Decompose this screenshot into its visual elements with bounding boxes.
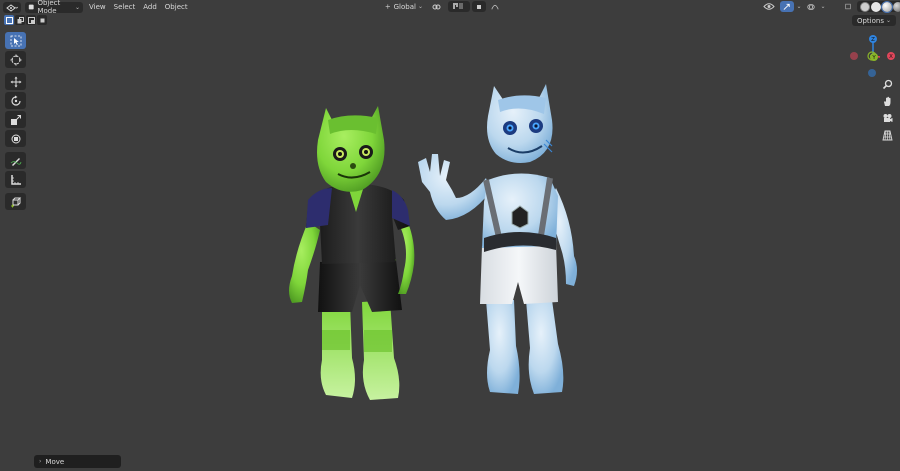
gizmo-z-negative[interactable] (868, 69, 876, 77)
select-extend-icon (17, 16, 24, 23)
menu-select[interactable]: Select (110, 2, 140, 13)
select-new-button[interactable] (4, 15, 14, 25)
zoom-button[interactable] (879, 77, 895, 92)
gizmo-dropdown[interactable]: ⌄ (794, 1, 802, 12)
gizmo-x-negative[interactable] (850, 52, 858, 60)
select-intersect-icon (40, 18, 44, 22)
select-cursor-icon (10, 35, 21, 46)
options-dropdown[interactable]: Options ⌄ (851, 15, 896, 26)
tool-shelf (5, 32, 27, 212)
chevron-down-icon: ⌄ (885, 17, 891, 24)
overlays-dropdown[interactable]: ⌄ (818, 1, 826, 12)
select-new-icon (5, 16, 13, 24)
chevron-right-icon: › (39, 458, 42, 465)
shading-mode-group (857, 0, 900, 13)
chevron-down-icon: ⌄ (796, 3, 802, 10)
pivot-link-icon (432, 4, 440, 10)
visibility-filter-button[interactable] (760, 1, 778, 12)
snap-button[interactable] (448, 1, 470, 12)
transform-icon (11, 134, 20, 143)
gizmo-x-label: X (889, 54, 893, 60)
rendered-shading-icon[interactable] (893, 1, 900, 12)
solid-shading-icon[interactable] (871, 1, 881, 12)
camera-icon (883, 114, 892, 122)
gizmo-toggle-button[interactable] (780, 1, 794, 12)
pan-button[interactable] (879, 94, 895, 109)
green-cat-character[interactable] (289, 106, 415, 400)
blue-cat-character[interactable] (418, 84, 577, 394)
object-mode-icon (28, 4, 34, 10)
3d-cursor-icon (10, 54, 21, 65)
pivot-point-button[interactable] (428, 1, 446, 12)
chevron-down-icon: ⌄ (417, 3, 423, 10)
snap-magnet-icon (453, 3, 463, 9)
chevron-down-icon: ⌄ (74, 3, 80, 11)
navigation-controls (879, 77, 895, 145)
select-subtract-icon (27, 16, 35, 24)
tool-rotate[interactable] (5, 92, 26, 109)
rotate-icon (10, 95, 21, 106)
last-operator-panel[interactable]: › Move (34, 455, 121, 468)
select-mode-group (4, 15, 48, 26)
gizmo-z-label: Z (871, 37, 875, 43)
zoom-magnifier-icon (882, 79, 892, 90)
eye-icon (763, 3, 775, 10)
tool-annotate[interactable] (5, 152, 26, 169)
operator-label: Move (45, 457, 65, 466)
material-preview-icon[interactable] (881, 0, 893, 13)
pan-hand-icon (883, 96, 890, 106)
editor-type-button[interactable] (3, 1, 21, 13)
gizmo-arrow-icon (783, 3, 790, 10)
xray-icon (845, 3, 851, 10)
tool-measure[interactable] (5, 171, 26, 188)
menu-view[interactable]: View (85, 2, 110, 13)
scene-render (289, 84, 577, 400)
tool-move[interactable] (5, 73, 26, 90)
tool-scale[interactable] (5, 111, 26, 128)
chevron-down-icon: ⌄ (820, 3, 826, 10)
tool-select-box[interactable] (5, 32, 26, 49)
camera-view-button[interactable] (879, 111, 895, 126)
xray-toggle-button[interactable] (842, 1, 854, 12)
move-arrows-icon (10, 76, 21, 87)
select-extend-button[interactable] (15, 15, 25, 25)
select-subtract-button[interactable] (26, 15, 36, 25)
options-label: Options (856, 16, 884, 25)
annotate-pencil-icon (10, 157, 21, 166)
add-cube-icon (10, 197, 21, 207)
grid-perspective-icon (881, 130, 893, 141)
mode-label: Object Mode (37, 0, 61, 15)
tool-add-cube[interactable] (5, 193, 26, 210)
menu-object[interactable]: Object (161, 2, 192, 13)
orientation-axes-icon (385, 4, 390, 9)
gizmo-y-label: Y (871, 55, 876, 61)
menu-add[interactable]: Add (139, 2, 161, 13)
tool-cursor[interactable] (5, 51, 26, 68)
tool-transform[interactable] (5, 130, 26, 147)
3d-viewport[interactable]: Object Mode ⌄ View Select Add Object Glo… (0, 0, 900, 471)
wireframe-shading-icon[interactable] (860, 1, 870, 12)
snap-target-button[interactable] (472, 1, 486, 12)
overlays-toggle-button[interactable] (804, 1, 818, 12)
perspective-toggle-button[interactable] (879, 128, 895, 143)
select-intersect-button[interactable] (37, 15, 47, 25)
editor-type-icon (6, 3, 18, 12)
transform-orientation-dropdown[interactable]: Global ⌄ (382, 1, 426, 12)
measure-ruler-icon (10, 174, 21, 185)
snap-increment-icon (477, 4, 481, 9)
overlays-icon (807, 3, 815, 10)
viewport-header: Object Mode ⌄ View Select Add Object Glo… (0, 0, 900, 15)
scale-icon (10, 114, 21, 125)
proportional-falloff-icon (491, 4, 499, 10)
mode-dropdown[interactable]: Object Mode ⌄ (25, 0, 83, 15)
transform-orientation-label: Global (393, 2, 416, 11)
proportional-edit-button[interactable] (488, 1, 502, 12)
